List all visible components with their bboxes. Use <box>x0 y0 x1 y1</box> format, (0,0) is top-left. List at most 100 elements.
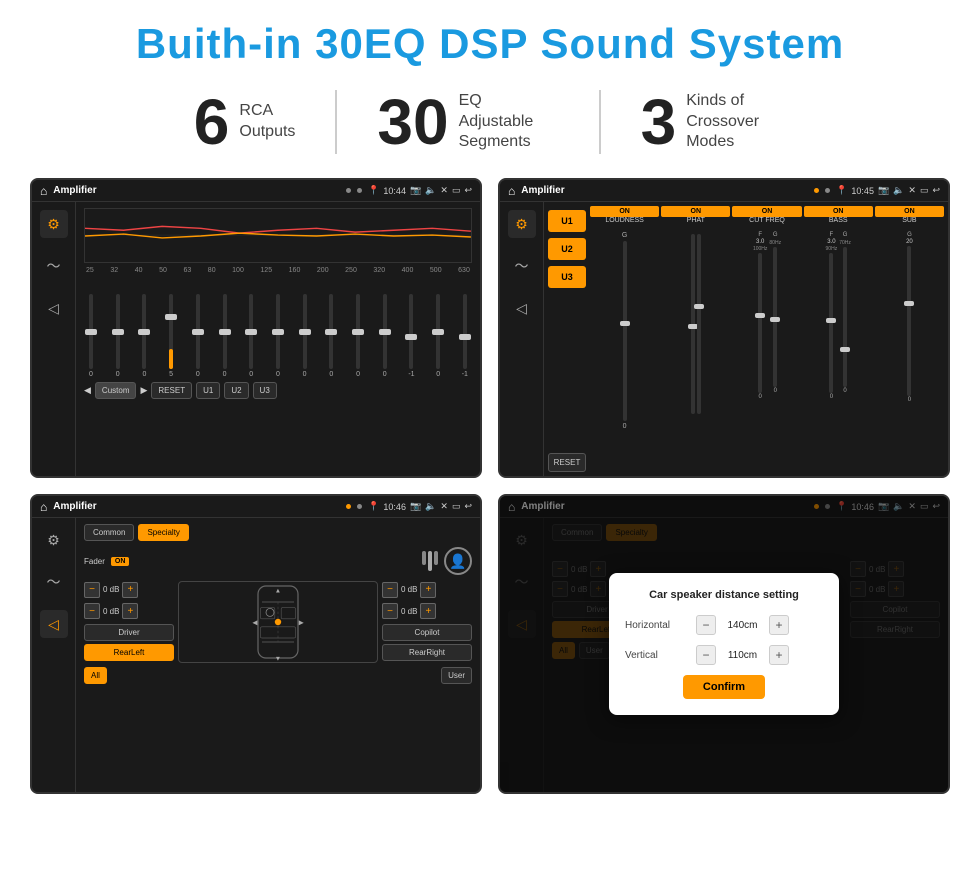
crossover-u2[interactable]: U2 <box>548 238 586 260</box>
bass-slider-2[interactable] <box>843 247 847 387</box>
eq-graph-svg <box>85 209 471 262</box>
crossover-volume-icon: 🔈 <box>893 185 904 196</box>
fader-row: Fader ON 👤 <box>84 547 472 575</box>
home-icon[interactable]: ⌂ <box>40 184 47 198</box>
crossover-camera-icon: 📷 <box>878 185 889 196</box>
horizontal-plus-btn[interactable]: + <box>769 615 789 635</box>
speaker-wave-icon[interactable]: 〜 <box>40 568 68 596</box>
crossover-back-icon[interactable]: ↩ <box>932 185 940 196</box>
sp-mr-plus[interactable]: + <box>420 603 436 619</box>
eq-u2-btn[interactable]: U2 <box>224 382 248 399</box>
tab-common[interactable]: Common <box>84 524 134 541</box>
ch-bass-on[interactable]: ON <box>804 206 873 217</box>
ch-phat-on[interactable]: ON <box>661 206 730 217</box>
ch-sub-on[interactable]: ON <box>875 206 944 217</box>
horizontal-minus-btn[interactable]: − <box>696 615 716 635</box>
phat-slider-1[interactable] <box>691 234 695 414</box>
eq-slider-9[interactable]: 0 <box>298 294 312 378</box>
eq-slider-3[interactable]: 0 <box>137 294 151 378</box>
eq-speaker-icon[interactable]: ◁ <box>40 294 68 322</box>
eq-slider-13[interactable]: -1 <box>404 294 418 378</box>
sp-tr-minus[interactable]: − <box>382 582 398 598</box>
btn-rearright[interactable]: RearRight <box>382 644 472 661</box>
sub-slider[interactable] <box>907 246 911 396</box>
btn-user[interactable]: User <box>441 667 472 684</box>
eq-prev-arrow[interactable]: ◀ <box>84 385 91 396</box>
eq-wave-icon[interactable]: 〜 <box>40 252 68 280</box>
eq-status-icons: 📍 10:44 📷 🔈 ✕ ▭ ↩ <box>368 185 472 196</box>
screen-eq: ⌂ Amplifier 📍 10:44 📷 🔈 ✕ ▭ ↩ ⚙ 〜 <box>30 178 482 478</box>
btn-all[interactable]: All <box>84 667 107 684</box>
sp-ml-plus[interactable]: + <box>122 603 138 619</box>
stat-rca-number: 6 <box>194 90 230 154</box>
eq-u1-btn[interactable]: U1 <box>196 382 220 399</box>
crossover-wave-icon[interactable]: 〜 <box>508 252 536 280</box>
speaker-spk-icon[interactable]: ◁ <box>40 610 68 638</box>
fader-on-badge[interactable]: ON <box>111 557 130 566</box>
btn-rearleft[interactable]: RearLeft <box>84 644 174 661</box>
phat-slider-2[interactable] <box>697 234 701 414</box>
eq-custom-btn[interactable]: Custom <box>95 382 137 399</box>
tab-specialty[interactable]: Specialty <box>138 524 188 541</box>
stat-crossover-label: Kinds of Crossover Modes <box>686 91 786 153</box>
vertical-plus-btn[interactable]: + <box>769 645 789 665</box>
car-diagram: ◀ ▶ ▲ ▼ <box>178 581 378 663</box>
vertical-minus-btn[interactable]: − <box>696 645 716 665</box>
sp-mr-minus[interactable]: − <box>382 603 398 619</box>
bass-slider-1[interactable] <box>829 253 833 393</box>
eq-play-icon[interactable]: ▶ <box>140 385 147 396</box>
eq-slider-12[interactable]: 0 <box>378 294 392 378</box>
eq-dot2 <box>357 188 362 193</box>
eq-slider-2[interactable]: 0 <box>111 294 125 378</box>
sp-tl-minus[interactable]: − <box>84 582 100 598</box>
crossover-sliders-icon[interactable]: ⚙ <box>508 210 536 238</box>
ch-cutfreq: ON CUT FREQ <box>732 206 801 224</box>
eq-slider-7[interactable]: 0 <box>244 294 258 378</box>
eq-sliders-icon[interactable]: ⚙ <box>40 210 68 238</box>
crossover-reset[interactable]: RESET <box>548 453 586 472</box>
eq-back-icon[interactable]: ↩ <box>464 185 472 196</box>
stat-eq: 30 EQ Adjustable Segments <box>337 90 600 154</box>
screens-grid: ⌂ Amplifier 📍 10:44 📷 🔈 ✕ ▭ ↩ ⚙ 〜 <box>30 178 950 794</box>
stat-crossover-number: 3 <box>641 90 677 154</box>
cutfreq-slider-1[interactable] <box>758 253 762 393</box>
eq-slider-4[interactable]: 5 <box>164 294 178 378</box>
crossover-x-icon: ✕ <box>908 185 916 196</box>
eq-dot1 <box>346 188 351 193</box>
ch-cutfreq-on[interactable]: ON <box>732 206 801 217</box>
eq-slider-1[interactable]: 0 <box>84 294 98 378</box>
person-icon[interactable]: 👤 <box>444 547 472 575</box>
phat-slider-col <box>661 228 730 414</box>
ch-phat-label: PHAT <box>661 217 730 224</box>
eq-slider-11[interactable]: 0 <box>351 294 365 378</box>
eq-slider-14[interactable]: 0 <box>431 294 445 378</box>
crossover-u3[interactable]: U3 <box>548 266 586 288</box>
speaker-back-icon[interactable]: ↩ <box>464 501 472 512</box>
ch-loudness-on[interactable]: ON <box>590 206 659 217</box>
eq-slider-5[interactable]: 0 <box>191 294 205 378</box>
crossover-channels-area: ON LOUDNESS ON PHAT ON CUT FREQ <box>590 206 944 472</box>
eq-app-name: Amplifier <box>53 185 96 196</box>
crossover-speaker-icon[interactable]: ◁ <box>508 294 536 322</box>
sp-ml-minus[interactable]: − <box>84 603 100 619</box>
speaker-time: 10:46 <box>383 502 406 512</box>
confirm-button[interactable]: Confirm <box>683 675 765 699</box>
eq-slider-8[interactable]: 0 <box>271 294 285 378</box>
crossover-home-icon[interactable]: ⌂ <box>508 184 515 198</box>
eq-u3-btn[interactable]: U3 <box>253 382 277 399</box>
speaker-battery-icon: ▭ <box>452 501 461 512</box>
cutfreq-slider-2[interactable] <box>773 247 777 387</box>
eq-slider-10[interactable]: 0 <box>324 294 338 378</box>
btn-copilot[interactable]: Copilot <box>382 624 472 641</box>
sp-tl-plus[interactable]: + <box>122 582 138 598</box>
speaker-home-icon[interactable]: ⌂ <box>40 500 47 514</box>
eq-slider-6[interactable]: 0 <box>218 294 232 378</box>
loudness-slider[interactable] <box>623 241 627 421</box>
eq-slider-15[interactable]: -1 <box>458 294 472 378</box>
crossover-u1[interactable]: U1 <box>548 210 586 232</box>
eq-reset-btn[interactable]: RESET <box>151 382 192 399</box>
sp-tr-plus[interactable]: + <box>420 582 436 598</box>
speaker-eq-icon[interactable]: ⚙ <box>40 526 68 554</box>
btn-driver[interactable]: Driver <box>84 624 174 641</box>
crossover-channel-headers: ON LOUDNESS ON PHAT ON CUT FREQ <box>590 206 944 224</box>
